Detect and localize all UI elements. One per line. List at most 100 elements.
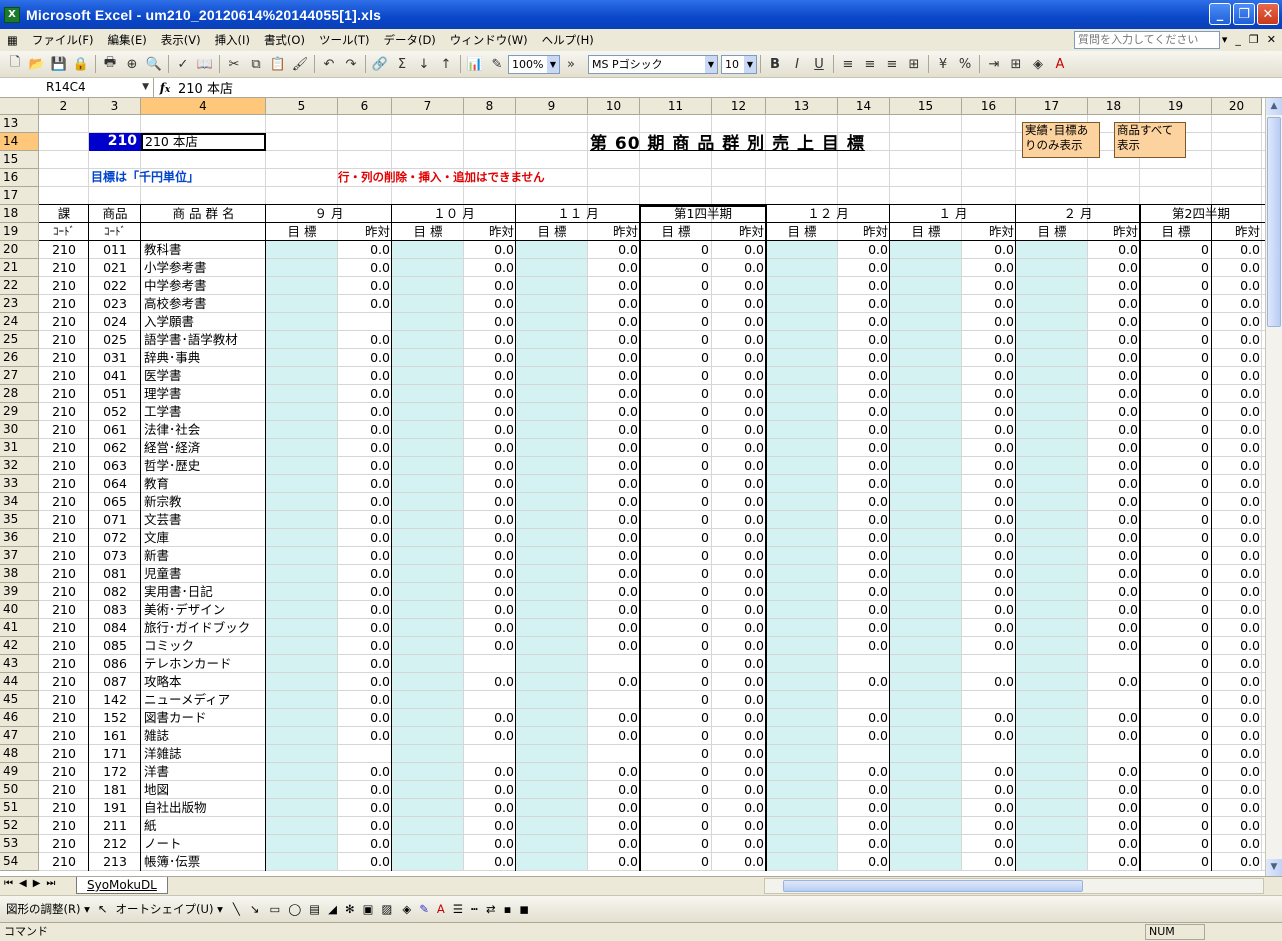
- restore-button[interactable]: ❐: [1233, 3, 1255, 25]
- yoy-cell[interactable]: 0.0: [838, 817, 890, 835]
- yoy-cell[interactable]: 0.0: [464, 583, 516, 601]
- yoy-cell[interactable]: 0.0: [338, 727, 392, 745]
- yoy-cell[interactable]: 0.0: [338, 673, 392, 691]
- yoy-cell[interactable]: 0.0: [464, 475, 516, 493]
- yoy-cell[interactable]: 0.0: [338, 601, 392, 619]
- percent-icon[interactable]: %: [954, 53, 976, 75]
- picture-icon[interactable]: ▨: [381, 902, 392, 916]
- yoy-cell[interactable]: 0.0: [838, 583, 890, 601]
- yoy-cell[interactable]: 0.0: [838, 241, 890, 259]
- new-icon[interactable]: 🗋: [4, 53, 26, 75]
- rectangle-icon[interactable]: ▭: [269, 902, 280, 916]
- yoy-cell[interactable]: 0.0: [588, 331, 640, 349]
- row-header[interactable]: 51: [0, 799, 39, 817]
- preview-icon[interactable]: 🔍: [143, 53, 165, 75]
- yoy-cell[interactable]: 0.0: [338, 817, 392, 835]
- menu-edit[interactable]: 編集(E): [100, 29, 153, 51]
- yoy-cell[interactable]: 0.0: [962, 817, 1016, 835]
- yoy-cell[interactable]: 0.0: [338, 403, 392, 421]
- yoy-cell[interactable]: 0.0: [464, 241, 516, 259]
- column-header[interactable]: 17: [1016, 98, 1088, 115]
- yoy-cell[interactable]: 0.0: [962, 529, 1016, 547]
- yoy-cell[interactable]: 0.0: [1088, 763, 1140, 781]
- sort-desc-icon[interactable]: ↑: [435, 53, 457, 75]
- yoy-cell[interactable]: 0.0: [962, 331, 1016, 349]
- row-header[interactable]: 37: [0, 547, 39, 565]
- yoy-cell[interactable]: 0.0: [588, 385, 640, 403]
- yoy-cell[interactable]: 0.0: [1088, 403, 1140, 421]
- yoy-cell[interactable]: 0.0: [588, 367, 640, 385]
- yoy-cell[interactable]: 0.0: [962, 349, 1016, 367]
- yoy-cell[interactable]: 0.0: [588, 619, 640, 637]
- filter-actual-button[interactable]: 実績･目標あ りのみ表示: [1022, 122, 1100, 158]
- row-header[interactable]: 49: [0, 763, 39, 781]
- yoy-cell[interactable]: 0.0: [338, 511, 392, 529]
- yoy-cell[interactable]: 0.0: [464, 619, 516, 637]
- yoy-cell[interactable]: 0.0: [838, 529, 890, 547]
- yoy-cell[interactable]: 0.0: [338, 763, 392, 781]
- yoy-cell[interactable]: 0.0: [588, 547, 640, 565]
- yoy-cell[interactable]: 0.0: [1088, 835, 1140, 853]
- yoy-cell[interactable]: 0.0: [838, 457, 890, 475]
- yoy-cell[interactable]: 0.0: [962, 565, 1016, 583]
- yoy-cell[interactable]: 0.0: [962, 457, 1016, 475]
- row-header[interactable]: 20: [0, 241, 39, 259]
- yoy-cell[interactable]: 0.0: [588, 727, 640, 745]
- autosum-icon[interactable]: Σ: [391, 53, 413, 75]
- yoy-cell[interactable]: 0.0: [838, 763, 890, 781]
- yoy-cell[interactable]: 0.0: [962, 475, 1016, 493]
- yoy-cell[interactable]: 0.0: [464, 439, 516, 457]
- yoy-cell[interactable]: 0.0: [1088, 565, 1140, 583]
- line-icon[interactable]: ╲: [233, 902, 240, 916]
- yoy-cell[interactable]: 0.0: [338, 835, 392, 853]
- align-left-icon[interactable]: ≡: [837, 53, 859, 75]
- row-header[interactable]: 30: [0, 421, 39, 439]
- wordart-icon[interactable]: ◢: [328, 902, 337, 916]
- yoy-cell[interactable]: 0.0: [962, 709, 1016, 727]
- yoy-cell[interactable]: 0.0: [962, 583, 1016, 601]
- indent-icon[interactable]: ⇥: [983, 53, 1005, 75]
- menu-format[interactable]: 書式(O): [257, 29, 312, 51]
- row-header[interactable]: 33: [0, 475, 39, 493]
- yoy-cell[interactable]: 0.0: [962, 763, 1016, 781]
- yoy-cell[interactable]: 0.0: [1088, 583, 1140, 601]
- yoy-cell[interactable]: 0.0: [464, 313, 516, 331]
- yoy-cell[interactable]: 0.0: [464, 817, 516, 835]
- store-name-cell[interactable]: 210 本店: [141, 133, 266, 151]
- yoy-cell[interactable]: 0.0: [962, 781, 1016, 799]
- yoy-cell[interactable]: 0.0: [962, 403, 1016, 421]
- yoy-cell[interactable]: 0.0: [338, 277, 392, 295]
- yoy-cell[interactable]: 0.0: [338, 457, 392, 475]
- yoy-cell[interactable]: 0.0: [588, 259, 640, 277]
- yoy-cell[interactable]: 0.0: [464, 781, 516, 799]
- yoy-cell[interactable]: 0.0: [1088, 619, 1140, 637]
- row-header[interactable]: 28: [0, 385, 39, 403]
- underline-icon[interactable]: U: [808, 53, 830, 75]
- line-color-icon[interactable]: ✎: [419, 902, 429, 916]
- yoy-cell[interactable]: 0.0: [1088, 601, 1140, 619]
- merge-center-icon[interactable]: ⊞: [903, 53, 925, 75]
- yoy-cell[interactable]: 0.0: [838, 601, 890, 619]
- yoy-cell[interactable]: 0.0: [464, 385, 516, 403]
- row-header[interactable]: 45: [0, 691, 39, 709]
- arrow-icon[interactable]: ↘: [250, 902, 260, 916]
- shadow-icon[interactable]: ▪: [504, 902, 512, 916]
- row-header[interactable]: 53: [0, 835, 39, 853]
- yoy-cell[interactable]: 0.0: [464, 349, 516, 367]
- yoy-cell[interactable]: 0.0: [1088, 331, 1140, 349]
- row-header[interactable]: 48: [0, 745, 39, 763]
- yoy-cell[interactable]: 0.0: [338, 439, 392, 457]
- yoy-cell[interactable]: 0.0: [1088, 493, 1140, 511]
- column-header[interactable]: 19: [1140, 98, 1212, 115]
- yoy-cell[interactable]: 0.0: [588, 277, 640, 295]
- yoy-cell[interactable]: 0.0: [588, 781, 640, 799]
- textbox-icon[interactable]: ▤: [309, 902, 320, 916]
- 3d-icon[interactable]: ◼: [519, 902, 529, 916]
- close-icon[interactable]: ✕: [1267, 29, 1276, 51]
- align-right-icon[interactable]: ≡: [881, 53, 903, 75]
- yoy-cell[interactable]: 0.0: [464, 853, 516, 871]
- row-header[interactable]: 22: [0, 277, 39, 295]
- yoy-cell[interactable]: 0.0: [338, 781, 392, 799]
- yoy-cell[interactable]: 0.0: [464, 547, 516, 565]
- row-header[interactable]: 17: [0, 187, 39, 205]
